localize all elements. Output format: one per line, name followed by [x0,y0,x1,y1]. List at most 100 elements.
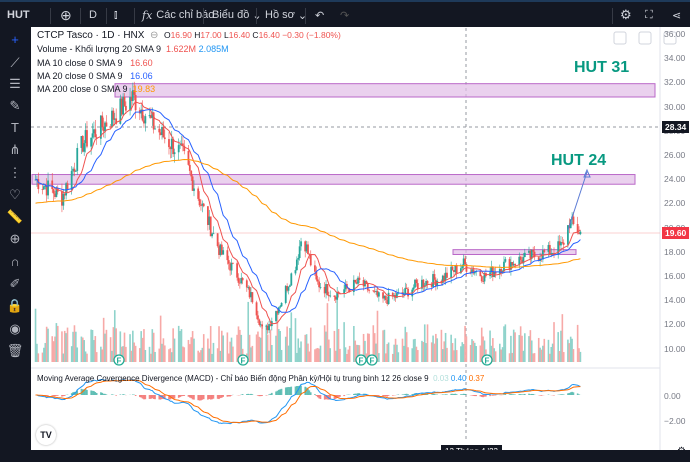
volume-bar [385,353,387,362]
candle-body [287,286,290,291]
macd-histogram-bar [101,392,104,395]
price-axis-label: 10.00 [664,343,686,354]
candle-body [519,256,522,260]
candle-body [47,180,49,196]
candle-body [298,246,301,259]
volume-bar [265,324,268,362]
volume-bar [446,347,448,362]
volume-bar [376,310,379,362]
volume-bar [514,332,516,362]
volume-bar [469,344,472,362]
volume-bar [460,346,462,362]
rectangle-zone [31,174,636,185]
volume-bar [503,326,505,362]
annotation-hut31[interactable]: HUT 31 [574,59,629,77]
candle-body [187,151,190,165]
tradingview-logo[interactable]: TV [36,425,56,445]
macd-histogram-bar [227,395,230,397]
volume-bar [309,327,312,362]
volume-bar [82,337,84,362]
volume-bar [189,344,191,362]
volume-bar [216,348,219,362]
macd-histogram-bar [52,395,55,397]
candle-body [295,259,298,271]
volume-bar [197,350,199,362]
volume-bar [578,348,580,362]
macd-histogram-bar [462,393,465,395]
volume-bar [307,343,309,362]
macd-histogram-bar [189,395,191,398]
macd-histogram-bar [179,395,181,398]
macd-histogram-bar [489,395,491,397]
macd-histogram-bar [571,391,573,395]
macd-histogram-bar [309,392,312,395]
macd-histogram-bar [561,394,564,395]
candle-body [70,170,73,190]
volume-bar [501,347,504,362]
macd-line [35,378,581,425]
change-value: −0.30 (−1.80%) [282,30,341,40]
volume-bar [473,342,476,362]
volume-bar [43,347,45,362]
volume-bar [125,346,127,362]
macd-histogram-bar [387,395,390,396]
candle-body [318,281,320,288]
candle-body [415,279,418,284]
volume-bar [318,348,320,362]
volume-bar [211,353,213,362]
macd-histogram-bar [316,395,319,398]
volume-bar [51,336,54,362]
volume-bar [315,348,318,362]
volume-bar [41,352,44,362]
candle-body [377,292,380,297]
macd-histogram-bar [115,395,117,396]
volume-bar [430,342,433,362]
candle-body [309,254,312,266]
volume-bar [510,335,512,362]
macd-histogram-bar [259,395,262,397]
macd-histogram-bar [251,394,254,395]
macd-histogram-bar [247,393,250,395]
candle-body [101,115,104,128]
candle-body [579,231,582,235]
pane-control-button[interactable] [638,31,652,45]
volume-bar [54,336,56,362]
candle-body [232,262,234,264]
volume-bar [432,335,434,362]
macd-histogram-bar [532,394,534,395]
volume-bar [471,339,473,362]
candle-body [94,129,97,138]
candle-body [314,265,316,272]
volume-bar [561,314,564,362]
macd-histogram-bar [218,395,220,400]
volume-bar [162,338,165,362]
volume-bar [551,343,554,362]
macd-histogram-bar [63,395,66,396]
candle-body [251,292,254,303]
volume-bar [401,338,404,362]
volume-bar [296,352,298,362]
volume-bar [393,344,395,362]
volume-bar [455,350,458,362]
volume-bar [275,335,277,362]
pane-control-button[interactable] [613,31,627,45]
macd-histogram-bar [105,394,108,395]
candle-body [91,133,94,138]
volume-bar [550,347,553,362]
volume-bar [271,344,273,362]
volume-bar [236,334,238,362]
macd-histogram-bar [150,395,152,399]
macd-histogram-bar [269,393,272,395]
volume-sma-value: 2.085M [198,44,229,54]
volume-bar [532,353,534,362]
price-axis-label: 16.00 [664,271,686,281]
macd-histogram-bar [485,395,487,397]
volume-bar [326,303,329,362]
volume-bar [494,351,497,362]
annotation-hut24[interactable]: HUT 24 [551,152,606,170]
macd-histogram-bar [177,395,180,398]
macd-histogram-bar [222,395,224,397]
volume-bar [190,337,193,362]
volume-bar [161,343,163,362]
candle-body [105,122,108,127]
